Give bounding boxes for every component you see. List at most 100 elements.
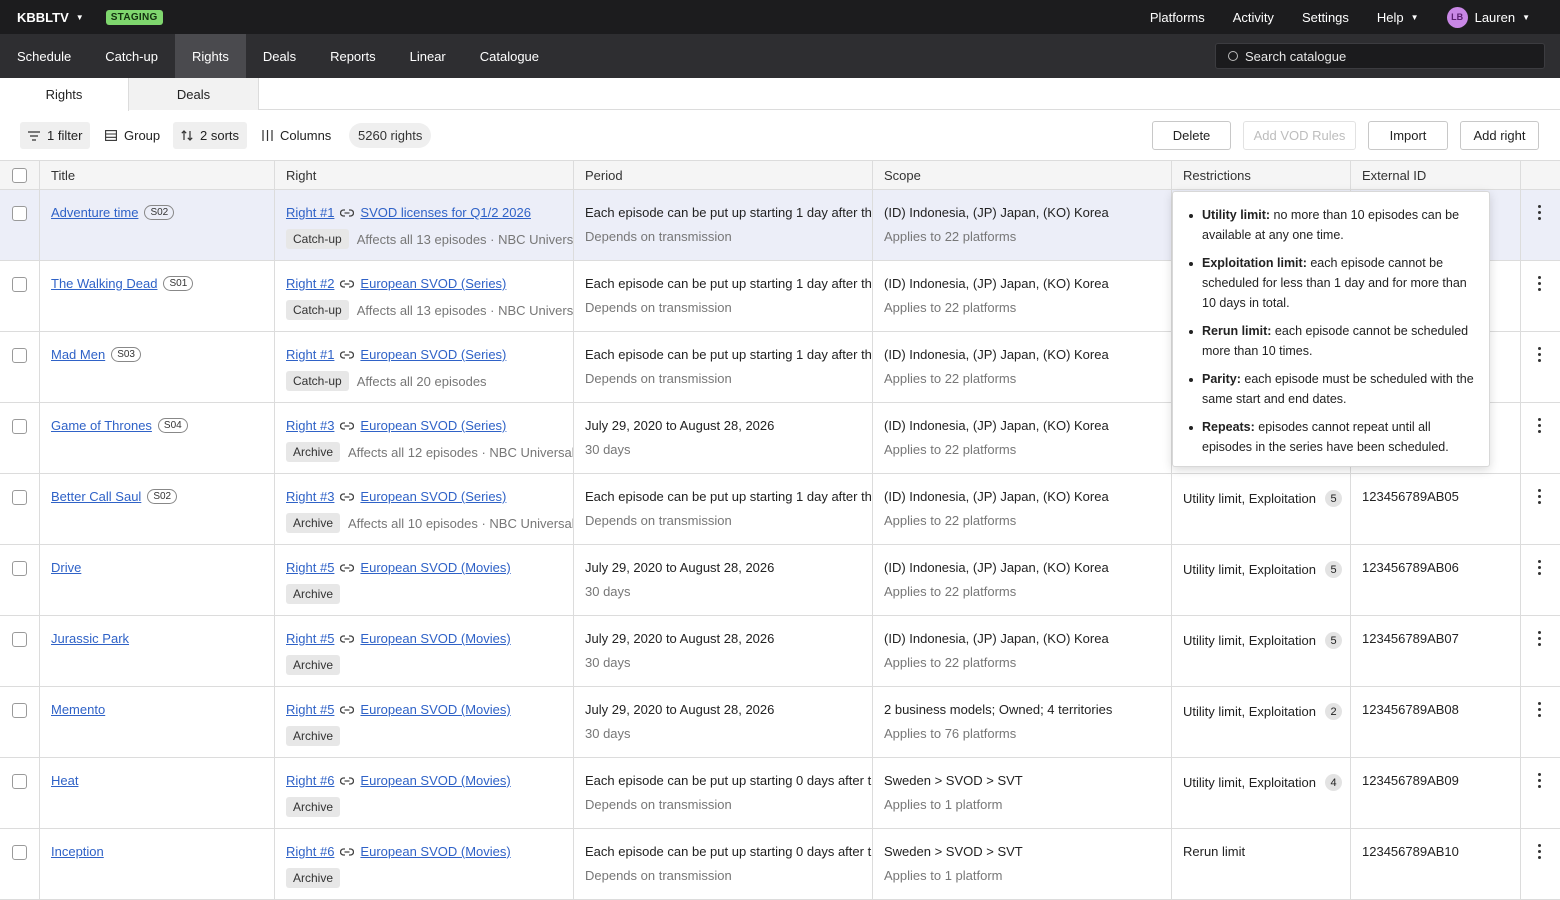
deal-link[interactable]: European SVOD (Movies) bbox=[360, 702, 510, 717]
more-icon[interactable] bbox=[1538, 631, 1542, 646]
col-period[interactable]: Period bbox=[574, 161, 873, 190]
col-external-id[interactable]: External ID bbox=[1351, 161, 1521, 190]
add-right-button[interactable]: Add right bbox=[1460, 121, 1539, 150]
row-checkbox[interactable] bbox=[12, 703, 27, 718]
row-checkbox[interactable] bbox=[12, 490, 27, 505]
row-checkbox[interactable] bbox=[12, 845, 27, 860]
right-link[interactable]: Right #1 bbox=[286, 205, 334, 220]
period-sub: 30 days bbox=[585, 726, 631, 741]
select-all-checkbox[interactable] bbox=[12, 168, 27, 183]
external-id: 123456789AB07 bbox=[1362, 631, 1459, 646]
restriction-label: Repeats: bbox=[1202, 420, 1255, 434]
table-row[interactable]: Heat Right #6 European SVOD (Movies) Archiv… bbox=[0, 758, 1560, 829]
restrictions-cell[interactable]: Rerun limit bbox=[1172, 829, 1351, 899]
top-nav-settings[interactable]: Settings bbox=[1302, 10, 1349, 25]
more-icon[interactable] bbox=[1538, 702, 1542, 717]
restrictions-cell[interactable]: Utility limit, Exploitation limit 2 bbox=[1172, 687, 1351, 757]
title-link[interactable]: Adventure time bbox=[51, 205, 138, 220]
nav-deals[interactable]: Deals bbox=[246, 34, 313, 78]
row-checkbox[interactable] bbox=[12, 348, 27, 363]
right-link[interactable]: Right #6 bbox=[286, 844, 334, 859]
search-input[interactable] bbox=[1245, 48, 1535, 64]
restrictions-cell[interactable]: Utility limit, Exploitation limit 5 bbox=[1172, 616, 1351, 686]
delete-button[interactable]: Delete bbox=[1152, 121, 1231, 150]
restrictions-cell[interactable]: Utility limit, Exploitation limit 5 bbox=[1172, 545, 1351, 615]
deal-link[interactable]: SVOD licenses for Q1/2 2026 bbox=[360, 205, 531, 220]
right-link[interactable]: Right #5 bbox=[286, 560, 334, 575]
row-checkbox[interactable] bbox=[12, 632, 27, 647]
title-link[interactable]: Better Call Saul bbox=[51, 489, 141, 504]
top-nav-help[interactable]: Help ▼ bbox=[1377, 10, 1419, 25]
deal-link[interactable]: European SVOD (Series) bbox=[360, 347, 506, 362]
nav-catalogue[interactable]: Catalogue bbox=[463, 34, 556, 78]
table-row[interactable]: Drive Right #5 European SVOD (Movies) Archi… bbox=[0, 545, 1560, 616]
title-link[interactable]: Heat bbox=[51, 773, 78, 788]
more-icon[interactable] bbox=[1538, 276, 1542, 291]
table-row[interactable]: Jurassic Park Right #5 European SVOD (Movi… bbox=[0, 616, 1560, 687]
search-box bbox=[1215, 43, 1545, 69]
title-link[interactable]: Drive bbox=[51, 560, 81, 575]
title-link[interactable]: The Walking Dead bbox=[51, 276, 157, 291]
title-link[interactable]: Jurassic Park bbox=[51, 631, 129, 646]
deal-link[interactable]: European SVOD (Movies) bbox=[360, 844, 510, 859]
restrictions-cell[interactable]: Utility limit, Exploitation limit 5 bbox=[1172, 474, 1351, 544]
nav-rights[interactable]: Rights bbox=[174, 34, 246, 78]
table-row[interactable]: Inception Right #6 European SVOD (Movies) A… bbox=[0, 829, 1560, 900]
more-icon[interactable] bbox=[1538, 844, 1542, 859]
period-cell: Each episode can be put up starting 1 da… bbox=[574, 474, 873, 544]
col-scope[interactable]: Scope bbox=[873, 161, 1172, 190]
right-link[interactable]: Right #5 bbox=[286, 702, 334, 717]
title-link[interactable]: Game of Thrones bbox=[51, 418, 152, 433]
user-menu[interactable]: LB Lauren ▼ bbox=[1446, 6, 1530, 28]
right-link[interactable]: Right #2 bbox=[286, 276, 334, 291]
deal-link[interactable]: European SVOD (Movies) bbox=[360, 560, 510, 575]
right-cell: Right #5 European SVOD (Movies) Archive bbox=[275, 616, 574, 686]
table-row[interactable]: Better Call Saul S02 Right #3 European SVOD… bbox=[0, 474, 1560, 545]
right-link[interactable]: Right #5 bbox=[286, 631, 334, 646]
nav-catch-up[interactable]: Catch-up bbox=[88, 34, 175, 78]
title-link[interactable]: Mad Men bbox=[51, 347, 105, 362]
tab-deals[interactable]: Deals bbox=[129, 78, 259, 110]
import-button[interactable]: Import bbox=[1368, 121, 1448, 150]
deal-link[interactable]: European SVOD (Series) bbox=[360, 418, 506, 433]
deal-link[interactable]: European SVOD (Series) bbox=[360, 276, 506, 291]
title-link[interactable]: Inception bbox=[51, 844, 104, 859]
col-title[interactable]: Title bbox=[40, 161, 275, 190]
row-checkbox[interactable] bbox=[12, 774, 27, 789]
right-link[interactable]: Right #3 bbox=[286, 489, 334, 504]
row-checkbox[interactable] bbox=[12, 561, 27, 576]
row-checkbox[interactable] bbox=[12, 419, 27, 434]
brand-menu[interactable]: KBBLTV ▼ bbox=[17, 10, 84, 25]
nav-reports[interactable]: Reports bbox=[313, 34, 393, 78]
add-vod-rules-button[interactable]: Add VOD Rules bbox=[1243, 121, 1356, 150]
right-link[interactable]: Right #6 bbox=[286, 773, 334, 788]
right-link[interactable]: Right #3 bbox=[286, 418, 334, 433]
more-icon[interactable] bbox=[1538, 489, 1542, 504]
deal-link[interactable]: European SVOD (Movies) bbox=[360, 631, 510, 646]
deal-link[interactable]: European SVOD (Series) bbox=[360, 489, 506, 504]
group-button[interactable]: Group bbox=[97, 122, 168, 149]
row-checkbox[interactable] bbox=[12, 277, 27, 292]
more-icon[interactable] bbox=[1538, 773, 1542, 788]
columns-button[interactable]: Columns bbox=[254, 122, 339, 149]
right-link[interactable]: Right #1 bbox=[286, 347, 334, 362]
top-nav-platforms[interactable]: Platforms bbox=[1150, 10, 1205, 25]
row-checkbox[interactable] bbox=[12, 206, 27, 221]
sort-button[interactable]: 2 sorts bbox=[173, 122, 248, 149]
tab-rights[interactable]: Rights bbox=[0, 78, 129, 111]
more-icon[interactable] bbox=[1538, 347, 1542, 362]
nav-linear[interactable]: Linear bbox=[393, 34, 463, 78]
more-icon[interactable] bbox=[1538, 205, 1542, 220]
table-row[interactable]: Memento Right #5 European SVOD (Movies) Arc… bbox=[0, 687, 1560, 758]
filter-button[interactable]: 1 filter bbox=[20, 122, 91, 149]
col-right[interactable]: Right bbox=[275, 161, 574, 190]
more-icon[interactable] bbox=[1538, 418, 1542, 433]
restrictions-cell[interactable]: Utility limit, Exploitation limit 4 bbox=[1172, 758, 1351, 828]
period-text: Each episode can be put up starting 1 da… bbox=[585, 347, 872, 362]
deal-link[interactable]: European SVOD (Movies) bbox=[360, 773, 510, 788]
nav-schedule[interactable]: Schedule bbox=[0, 34, 88, 78]
title-link[interactable]: Memento bbox=[51, 702, 105, 717]
more-icon[interactable] bbox=[1538, 560, 1542, 575]
top-nav-activity[interactable]: Activity bbox=[1233, 10, 1274, 25]
col-restrictions[interactable]: Restrictions bbox=[1172, 161, 1351, 190]
